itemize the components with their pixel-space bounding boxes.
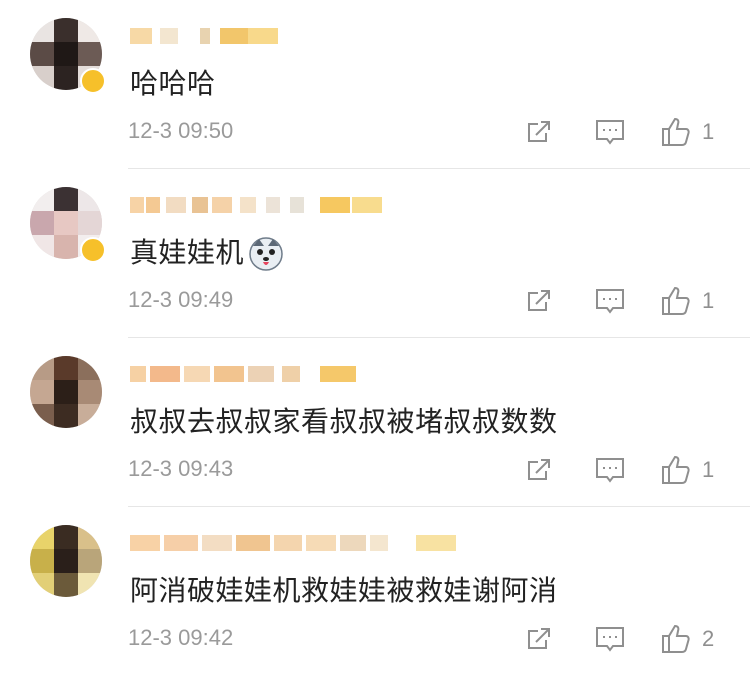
like-count: 2	[702, 626, 715, 651]
reply-button[interactable]	[594, 110, 626, 154]
comment-text: 叔叔去叔叔家看叔叔被堵叔叔数数	[130, 405, 558, 438]
share-icon	[528, 121, 550, 142]
comment-item: 真娃娃机 12-3 09:49 1	[0, 169, 750, 338]
like-count: 1	[702, 288, 715, 313]
verified-badge-icon	[80, 68, 106, 94]
comment-item: 叔叔去叔叔家看叔叔被堵叔叔数数 12-3 09:43 1	[0, 338, 750, 507]
share-button[interactable]	[524, 617, 554, 661]
thumbs-up-icon	[662, 624, 690, 653]
comment-icon	[596, 458, 624, 483]
comment-icon	[596, 627, 624, 652]
verified-badge-icon	[80, 237, 106, 263]
like-button[interactable]: 2	[660, 617, 714, 661]
username-redacted[interactable]	[130, 191, 390, 219]
comment-text: 阿消破娃娃机救娃娃被救娃谢阿消	[130, 574, 558, 607]
share-button[interactable]	[524, 110, 554, 154]
like-button[interactable]: 1	[660, 279, 714, 323]
husky-dog-emoji-icon	[249, 237, 283, 271]
like-button[interactable]: 1	[660, 110, 714, 154]
share-icon	[528, 459, 550, 480]
comment-time: 12-3 09:49	[128, 287, 234, 312]
username-redacted[interactable]	[130, 529, 456, 557]
avatar[interactable]	[30, 525, 102, 597]
reply-button[interactable]	[594, 617, 626, 661]
comment-item: 阿消破娃娃机救娃娃被救娃谢阿消 12-3 09:42 2	[0, 507, 750, 676]
share-button[interactable]	[524, 448, 554, 492]
thumbs-up-icon	[662, 117, 690, 146]
comment-text: 真娃娃机	[130, 233, 284, 273]
username-redacted[interactable]	[130, 22, 390, 50]
comment-icon	[596, 289, 624, 314]
comment-time: 12-3 09:43	[128, 456, 234, 481]
reply-button[interactable]	[594, 279, 626, 323]
comment-icon	[596, 120, 624, 145]
like-button[interactable]: 1	[660, 448, 714, 492]
thumbs-up-icon	[662, 286, 690, 315]
reply-button[interactable]	[594, 448, 626, 492]
thumbs-up-icon	[662, 455, 690, 484]
comment-actions: 1	[520, 110, 750, 154]
share-icon	[528, 628, 550, 649]
comment-actions: 1	[520, 279, 750, 323]
like-count: 1	[702, 457, 715, 482]
share-button[interactable]	[524, 279, 554, 323]
like-count: 1	[702, 119, 715, 144]
comment-actions: 2	[520, 617, 750, 661]
comment-time: 12-3 09:42	[128, 625, 234, 650]
username-redacted[interactable]	[130, 360, 390, 388]
comment-text: 哈哈哈	[130, 67, 216, 100]
comment-time: 12-3 09:50	[128, 118, 234, 143]
comment-item: 哈哈哈 12-3 09:50 1	[0, 0, 750, 169]
avatar[interactable]	[30, 356, 102, 428]
comment-actions: 1	[520, 448, 750, 492]
share-icon	[528, 290, 550, 311]
